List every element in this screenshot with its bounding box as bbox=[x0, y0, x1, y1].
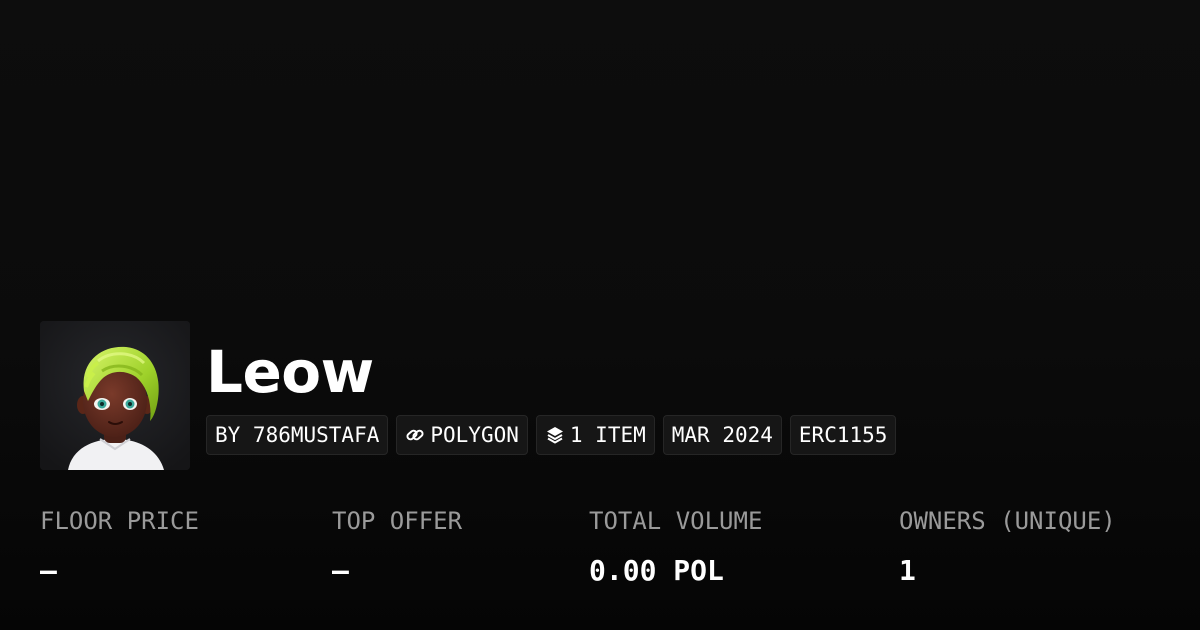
chain-label: POLYGON bbox=[430, 423, 519, 447]
date-tag: MAR 2024 bbox=[662, 415, 782, 455]
creator-label: BY 786MUSTAFA bbox=[215, 423, 380, 447]
stat-label: TOTAL VOLUME bbox=[589, 507, 763, 535]
avatar-character-icon bbox=[40, 321, 190, 470]
stat-floor-price: FLOOR PRICE – bbox=[40, 504, 199, 588]
stat-top-offer: TOP OFFER – bbox=[332, 504, 462, 588]
chain-tag[interactable]: POLYGON bbox=[396, 415, 528, 455]
layers-icon bbox=[546, 427, 563, 444]
collection-tags: BY 786MUSTAFA POLYGON 1 ITEM MAR 2024 ER… bbox=[206, 415, 897, 455]
stat-value: – bbox=[332, 554, 349, 587]
link-icon bbox=[406, 429, 424, 441]
collection-title: Leow bbox=[206, 338, 374, 406]
stat-value: – bbox=[40, 554, 57, 587]
stat-label: OWNERS (UNIQUE) bbox=[899, 507, 1116, 535]
stat-value: 0.00 POL bbox=[589, 554, 724, 587]
stat-label: FLOOR PRICE bbox=[40, 507, 199, 535]
items-tag[interactable]: 1 ITEM bbox=[535, 415, 655, 455]
creator-tag[interactable]: BY 786MUSTAFA bbox=[206, 415, 389, 455]
stat-total-volume: TOTAL VOLUME 0.00 POL bbox=[589, 504, 762, 588]
standard-tag: ERC1155 bbox=[789, 415, 897, 455]
stat-value: 1 bbox=[899, 554, 916, 587]
items-label: 1 ITEM bbox=[569, 423, 646, 447]
stat-label: TOP OFFER bbox=[332, 507, 463, 535]
collection-avatar bbox=[40, 321, 190, 470]
standard-label: ERC1155 bbox=[798, 423, 888, 447]
stat-owners: OWNERS (UNIQUE) 1 bbox=[899, 504, 1116, 588]
date-label: MAR 2024 bbox=[671, 423, 773, 447]
